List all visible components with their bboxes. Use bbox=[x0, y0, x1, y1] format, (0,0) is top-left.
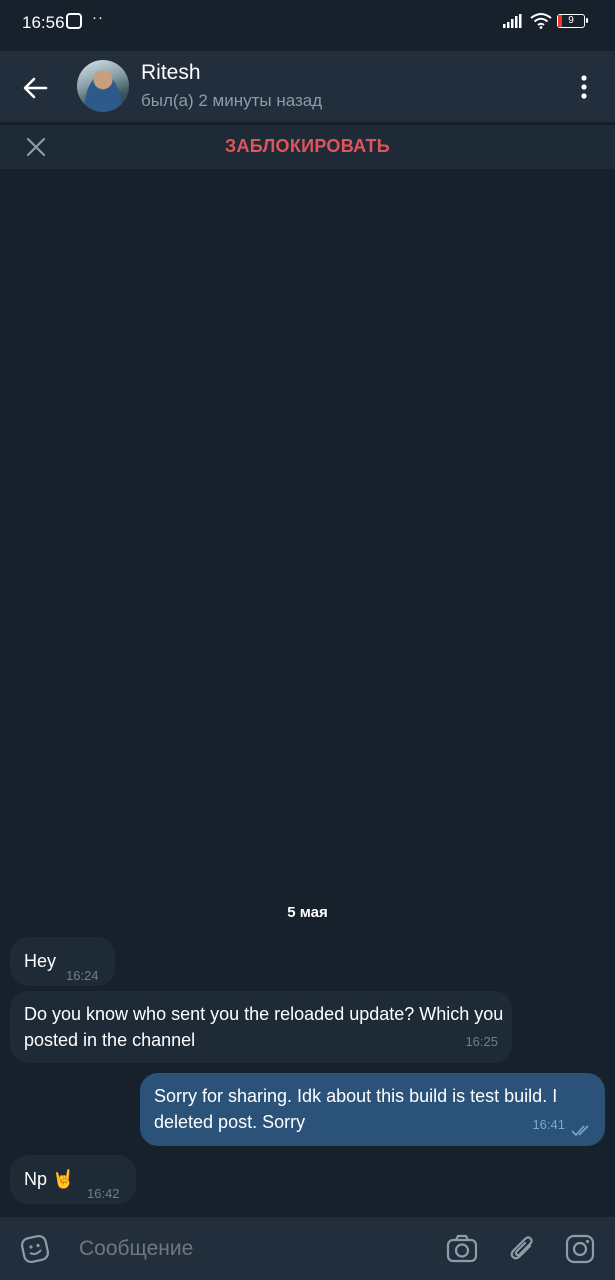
chat-header: Ritesh был(а) 2 минуты назад bbox=[0, 51, 615, 122]
message-text: Do you know who sent you the reloaded up… bbox=[24, 1004, 504, 1050]
instagram-icon[interactable] bbox=[565, 1234, 595, 1264]
block-user-bar: ЗАБЛОКИРОВАТЬ bbox=[0, 124, 615, 169]
contact-name[interactable]: Ritesh bbox=[141, 61, 201, 85]
status-time: 16:56 bbox=[22, 13, 65, 32]
telegram-notification-icon bbox=[66, 13, 82, 29]
block-button[interactable]: ЗАБЛОКИРОВАТЬ bbox=[0, 136, 615, 157]
signal-icon bbox=[503, 14, 522, 28]
last-seen-status: был(а) 2 минуты назад bbox=[141, 91, 323, 110]
back-arrow-icon[interactable] bbox=[18, 71, 52, 105]
date-separator: 5 мая bbox=[287, 904, 328, 921]
more-options-icon[interactable] bbox=[572, 73, 596, 101]
message-time: 16:25 bbox=[465, 1034, 498, 1049]
message-bubble-incoming[interactable]: Np 🤘 16:42 bbox=[10, 1155, 136, 1204]
message-composer bbox=[0, 1217, 615, 1280]
message-text: Sorry for sharing. Idk about this build … bbox=[154, 1086, 558, 1132]
status-more-dots: ·· bbox=[92, 9, 104, 26]
message-bubble-incoming[interactable]: Do you know who sent you the reloaded up… bbox=[10, 991, 512, 1063]
message-bubble-outgoing[interactable]: Sorry for sharing. Idk about this build … bbox=[140, 1073, 605, 1146]
message-text: Np 🤘 bbox=[24, 1169, 75, 1189]
message-text: Hey bbox=[24, 951, 57, 971]
message-time: 16:42 bbox=[87, 1186, 120, 1201]
message-time: 16:41 bbox=[532, 1117, 565, 1132]
avatar[interactable] bbox=[77, 60, 129, 112]
battery-icon: 9 bbox=[557, 14, 588, 28]
wifi-icon bbox=[530, 13, 552, 29]
sticker-emoji-icon[interactable] bbox=[20, 1234, 50, 1264]
message-time: 16:24 bbox=[66, 968, 99, 983]
camera-icon[interactable] bbox=[446, 1234, 478, 1264]
attach-paperclip-icon[interactable] bbox=[508, 1233, 536, 1265]
status-bar: 16:56 ·· 9 bbox=[0, 0, 615, 46]
message-bubble-incoming[interactable]: Hey 16:24 bbox=[10, 937, 115, 986]
double-check-read-icon bbox=[571, 1125, 589, 1137]
message-input[interactable] bbox=[77, 1233, 421, 1265]
